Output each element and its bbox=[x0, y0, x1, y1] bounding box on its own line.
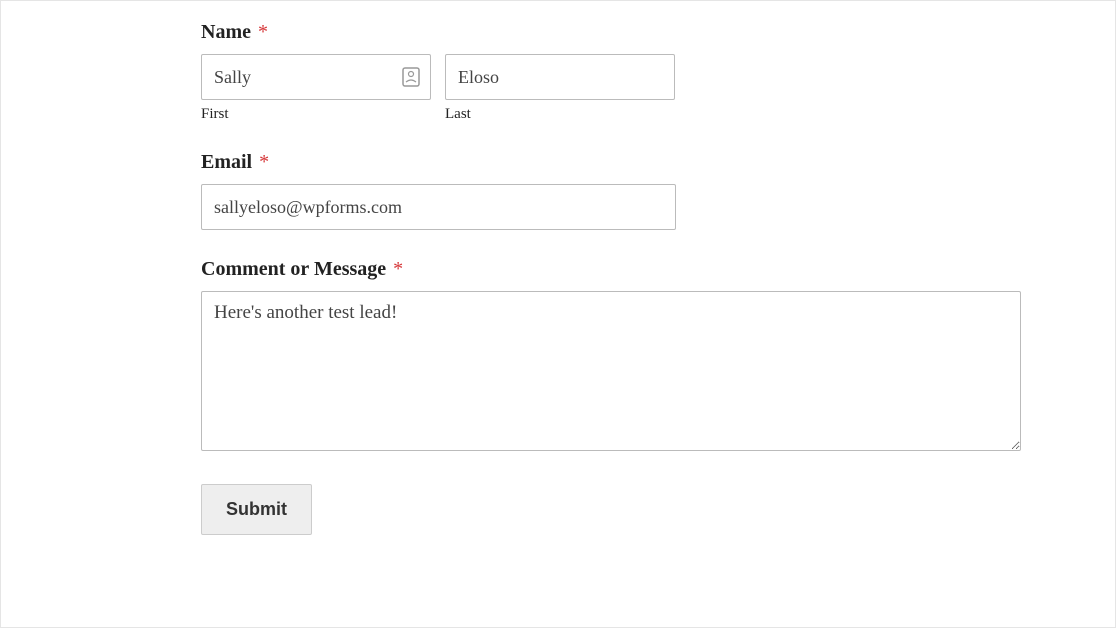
required-marker: * bbox=[259, 151, 269, 173]
first-name-wrap bbox=[201, 54, 431, 100]
submit-row: Submit bbox=[201, 484, 915, 535]
email-field-group: Email * bbox=[201, 151, 915, 230]
name-label-text: Name bbox=[201, 21, 251, 43]
email-label: Email * bbox=[201, 151, 915, 174]
message-label: Comment or Message * bbox=[201, 258, 915, 281]
email-label-text: Email bbox=[201, 151, 252, 173]
last-name-sublabel: Last bbox=[445, 106, 675, 123]
first-name-sublabel: First bbox=[201, 106, 431, 123]
message-textarea[interactable] bbox=[201, 291, 1021, 451]
message-label-text: Comment or Message bbox=[201, 258, 386, 280]
message-field-group: Comment or Message * bbox=[201, 258, 915, 456]
email-input[interactable] bbox=[201, 184, 676, 230]
name-label: Name * bbox=[201, 21, 915, 44]
name-row: First Last bbox=[201, 54, 915, 123]
first-name-col: First bbox=[201, 54, 431, 123]
first-name-input[interactable] bbox=[201, 54, 431, 100]
name-field-group: Name * First Last bbox=[201, 21, 915, 123]
submit-button[interactable]: Submit bbox=[201, 484, 312, 535]
required-marker: * bbox=[393, 258, 403, 280]
last-name-input[interactable] bbox=[445, 54, 675, 100]
last-name-col: Last bbox=[445, 54, 675, 123]
required-marker: * bbox=[258, 21, 268, 43]
